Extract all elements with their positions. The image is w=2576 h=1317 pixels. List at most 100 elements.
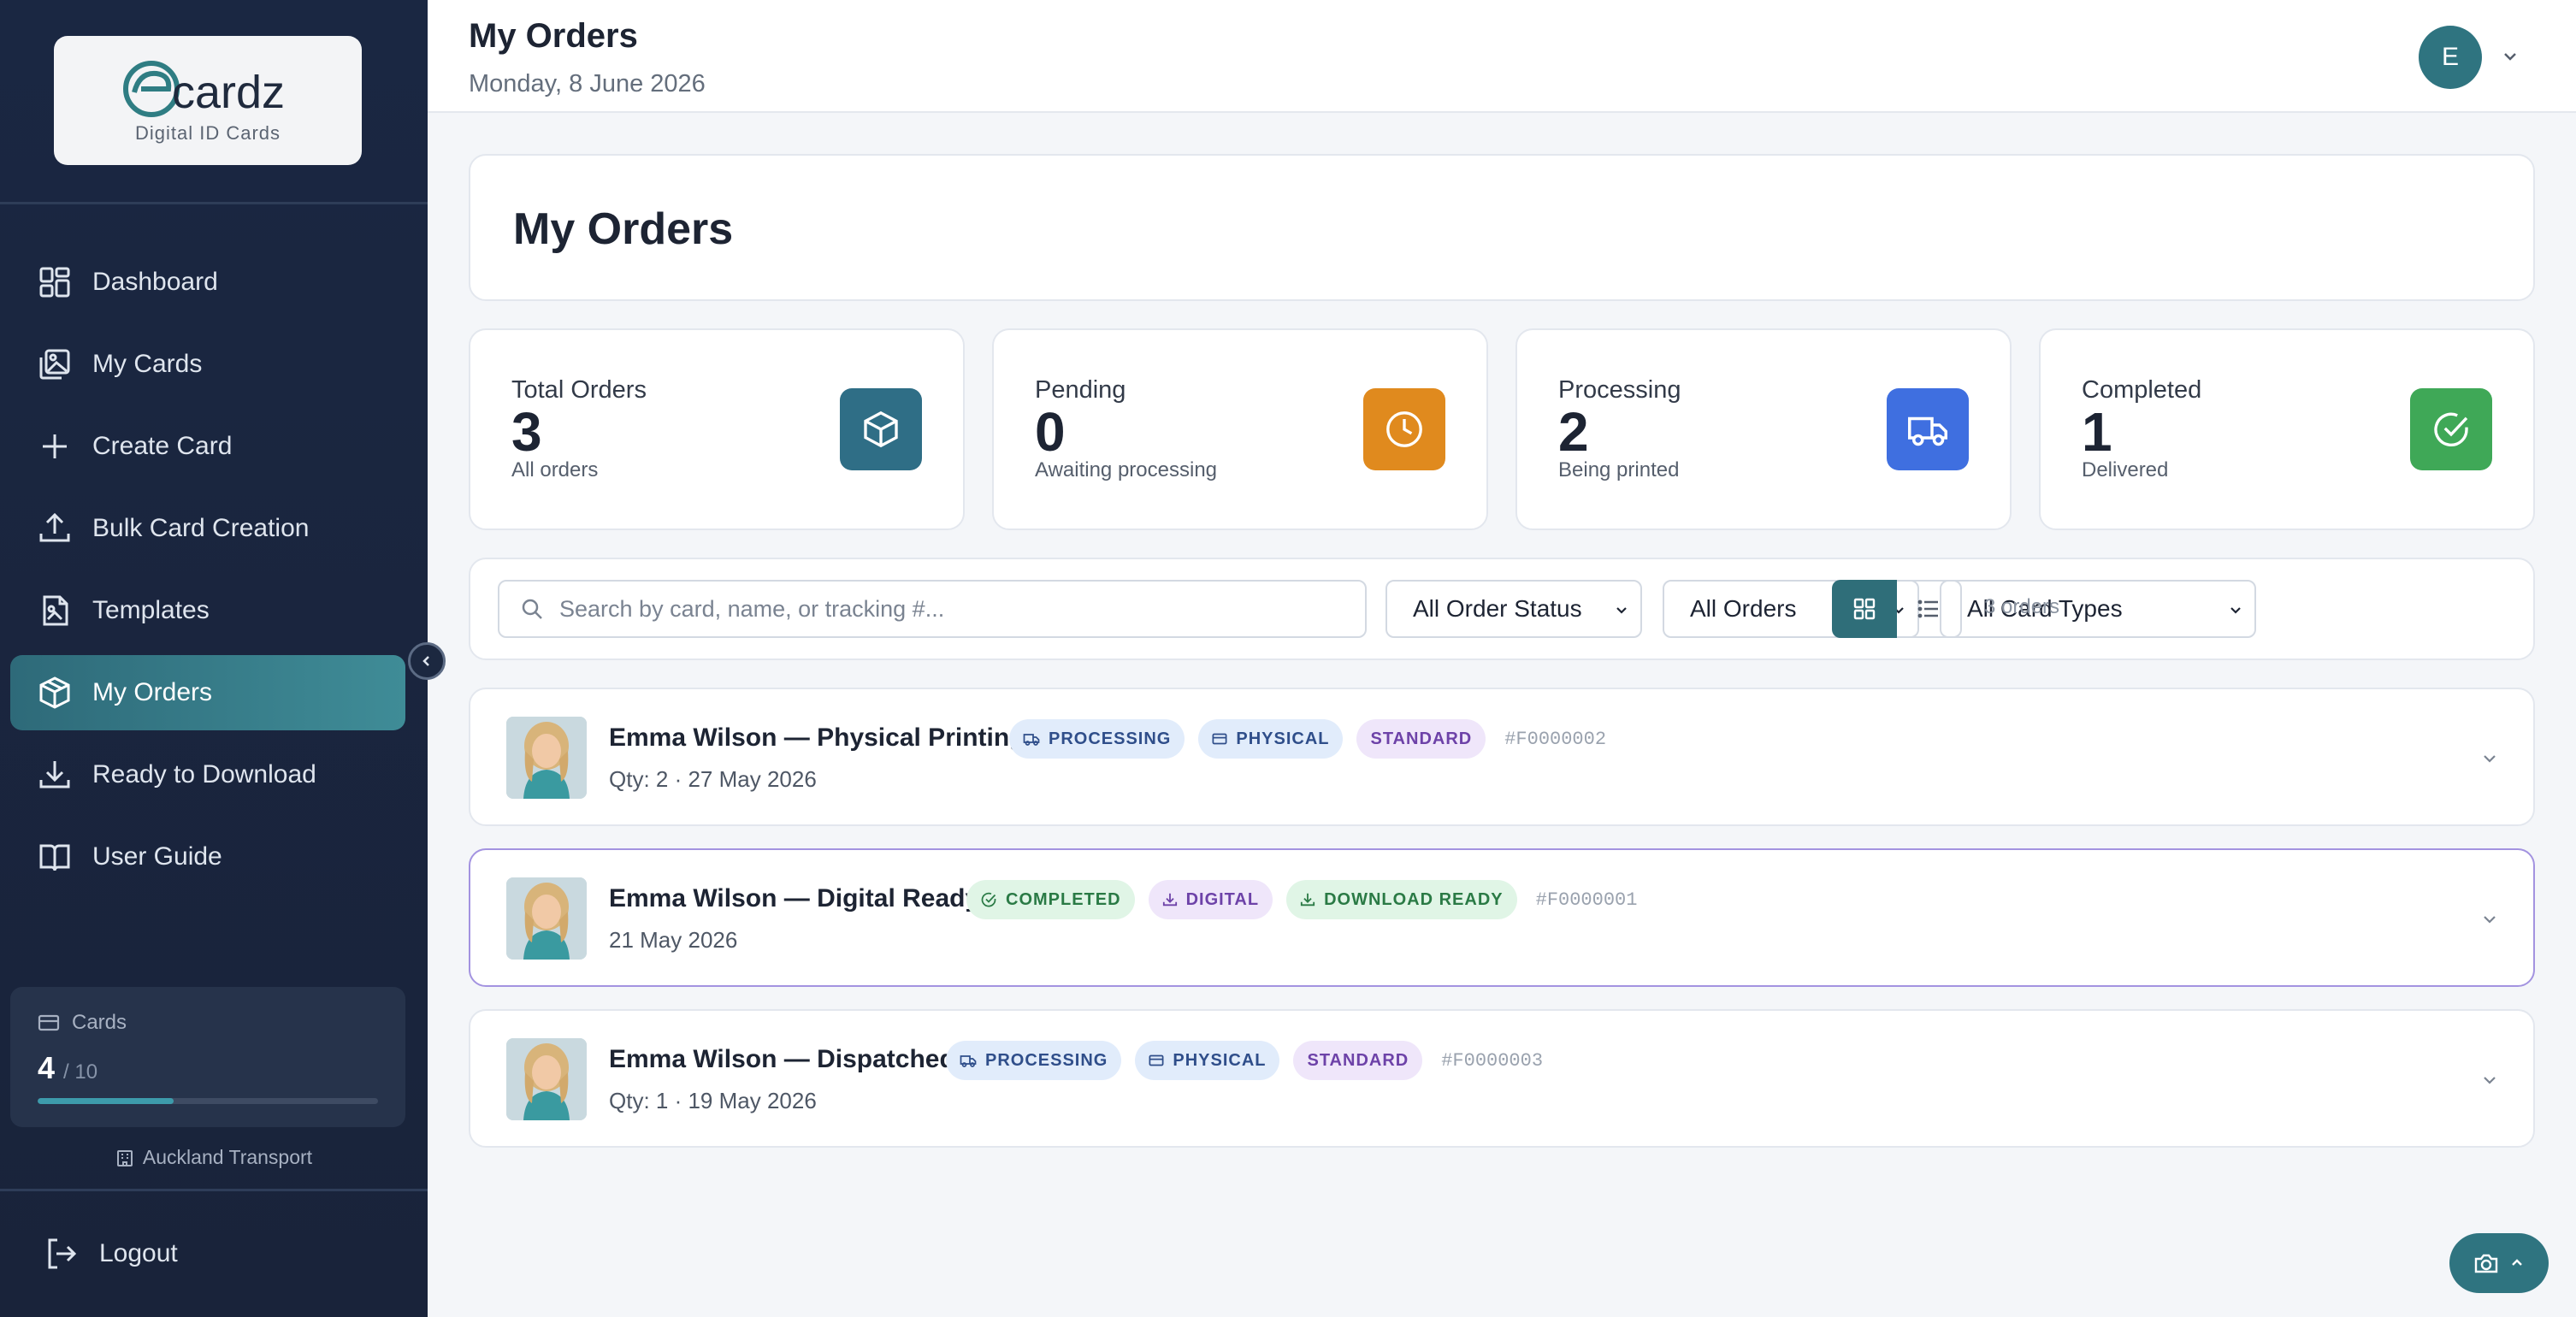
stat-icon-box: [1887, 388, 1969, 470]
page-title-card: My Orders: [469, 154, 2535, 301]
download-icon: [1300, 893, 1315, 907]
orders-select-value: All Orders: [1690, 595, 1797, 622]
stat-sub: Awaiting processing: [1035, 458, 1218, 481]
logout-button[interactable]: Logout: [44, 1237, 178, 1271]
grid-view-button[interactable]: [1832, 580, 1897, 638]
stat-icon-box: [840, 388, 922, 470]
sidebar-item-label: Bulk Card Creation: [92, 514, 310, 542]
sidebar-divider: [0, 202, 428, 204]
sidebar-item-bulk-card-creation[interactable]: Bulk Card Creation: [10, 491, 405, 566]
sidebar-item-my-orders[interactable]: My Orders: [10, 655, 405, 730]
search-input[interactable]: [559, 595, 1329, 623]
chevron-down-icon: [2230, 607, 2241, 614]
stat-value: 1: [2082, 401, 2112, 463]
package-icon: [864, 410, 898, 448]
tier-badge: STANDARD: [1356, 719, 1486, 759]
usage-count: 4 / 10: [38, 1050, 98, 1085]
logout-label: Logout: [99, 1239, 178, 1267]
ecardz-logo-icon: cardz: [123, 61, 285, 118]
sidebar-item-templates[interactable]: Templates: [10, 573, 405, 648]
sidebar-item-label: Dashboard: [92, 268, 218, 296]
order-meta: Qty: 1 · 19 May 2026: [609, 1088, 817, 1113]
logo-tagline: Digital ID Cards: [134, 122, 281, 144]
chevron-left-icon: [422, 656, 429, 666]
stat-card-total-orders: Total Orders 3 All orders: [469, 328, 965, 530]
type-badge: PHYSICAL: [1198, 719, 1344, 759]
stat-card-pending: Pending 0 Awaiting processing: [992, 328, 1488, 530]
download-icon: [1162, 893, 1177, 907]
dashboard-icon: [39, 267, 70, 298]
search-field[interactable]: [498, 580, 1367, 638]
list-view-button[interactable]: [1897, 580, 1962, 638]
sidebar-collapse-button[interactable]: [408, 642, 446, 680]
order-meta: Qty: 2 · 27 May 2026: [609, 766, 817, 792]
order-status-value: All Order Status: [1413, 595, 1582, 622]
search-icon: [522, 599, 542, 619]
person-photo-icon: [506, 877, 587, 960]
sidebar: cardz Digital ID Cards Dashboard My Card…: [0, 0, 446, 1317]
person-photo-icon: [506, 717, 587, 799]
truck-icon: [960, 1055, 977, 1067]
chevron-down-icon[interactable]: [2501, 47, 2520, 66]
header-date: Monday, 8 June 2026: [469, 70, 706, 97]
stat-value: 2: [1558, 401, 1589, 463]
chevron-up-icon: [2512, 1259, 2522, 1266]
page-title: My Orders: [513, 204, 734, 254]
card-icon: [1212, 733, 1227, 745]
sidebar-divider: [0, 1189, 428, 1191]
header-title: My Orders: [469, 17, 638, 55]
order-badges: PROCESSING PHYSICAL STANDARD #F0000003: [946, 1040, 1543, 1081]
building-icon: [116, 1149, 133, 1166]
order-badges: COMPLETED DIGITAL DOWNLOAD READY #F00000…: [966, 879, 1637, 920]
sidebar-item-label: Create Card: [92, 432, 233, 460]
sidebar-item-label: My Orders: [92, 678, 213, 706]
sidebar-item-create-card[interactable]: Create Card: [10, 409, 405, 484]
order-id: #F0000001: [1535, 889, 1638, 911]
type-badge: PHYSICAL: [1135, 1041, 1280, 1080]
order-row[interactable]: Emma Wilson — Dispatched PROCESSING PHYS…: [469, 1009, 2535, 1148]
order-title: Emma Wilson — Physical Printing: [609, 723, 1025, 752]
sidebar-item-ready-to-download[interactable]: Ready to Download: [10, 737, 405, 812]
card-photo-thumbnail: [506, 877, 587, 960]
list-icon: [1917, 599, 1938, 618]
card-photo-thumbnail: [506, 1038, 587, 1120]
stat-sub: All orders: [511, 458, 599, 481]
order-title: Emma Wilson — Dispatched: [609, 1045, 955, 1073]
stat-value: 3: [511, 401, 542, 463]
sidebar-item-user-guide[interactable]: User Guide: [10, 819, 405, 895]
type-badge: DIGITAL: [1148, 880, 1273, 919]
top-bar: My Orders Monday, 8 June 2026 E: [428, 0, 2576, 113]
order-row[interactable]: Emma Wilson — Digital Ready COMPLETED DI…: [469, 848, 2535, 987]
truck-icon: [1023, 734, 1040, 746]
check-circle-icon: [981, 892, 996, 907]
chevron-down-icon[interactable]: [2480, 1071, 2499, 1090]
camera-icon: [2474, 1254, 2498, 1273]
stat-card-processing: Processing 2 Being printed: [1515, 328, 2012, 530]
stat-sub: Delivered: [2082, 458, 2169, 481]
sidebar-item-label: Templates: [92, 596, 210, 624]
chevron-down-icon[interactable]: [2480, 749, 2499, 768]
order-id: #F0000003: [1441, 1049, 1544, 1072]
avatar[interactable]: E: [2419, 26, 2482, 89]
logout-icon: [48, 1238, 77, 1269]
order-row[interactable]: Emma Wilson — Physical Printing PROCESSI…: [469, 688, 2535, 826]
truck-icon: [1908, 416, 1947, 446]
card-icon: [38, 1014, 60, 1031]
chevron-down-icon[interactable]: [2480, 910, 2499, 929]
usage-label: Cards: [72, 1011, 127, 1034]
card-icon: [1149, 1054, 1164, 1066]
grid-icon: [1853, 598, 1876, 620]
sidebar-item-dashboard[interactable]: Dashboard: [10, 245, 405, 320]
sidebar-item-my-cards[interactable]: My Cards: [10, 327, 405, 402]
stat-card-completed: Completed 1 Delivered: [2039, 328, 2535, 530]
person-photo-icon: [506, 1038, 587, 1120]
order-title: Emma Wilson — Digital Ready: [609, 884, 980, 912]
card-usage-panel: Cards 4 / 10: [10, 987, 405, 1127]
order-status-select[interactable]: All Order Status: [1385, 580, 1642, 638]
cards-icon: [39, 349, 70, 380]
order-count: 3 orders: [1984, 595, 2060, 618]
stat-icon-box: [1363, 388, 1445, 470]
logo[interactable]: cardz Digital ID Cards: [54, 36, 362, 165]
organization-name: Auckland Transport: [0, 1146, 428, 1169]
camera-fab-button[interactable]: [2449, 1233, 2549, 1293]
